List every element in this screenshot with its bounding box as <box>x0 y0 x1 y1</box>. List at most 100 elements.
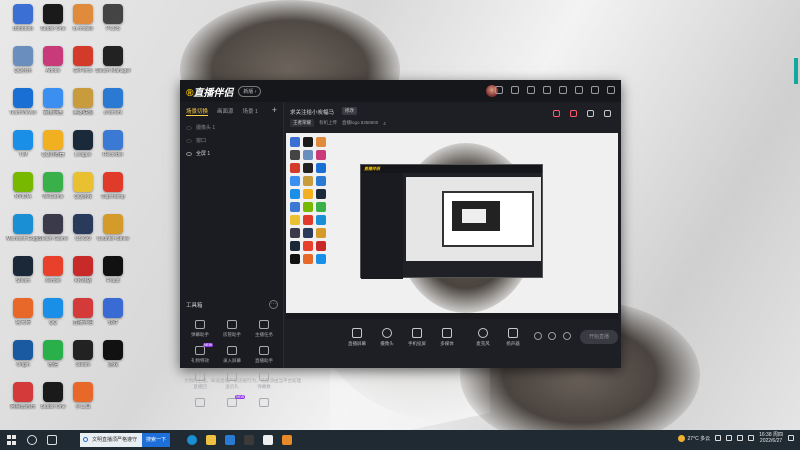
chevron-up-icon[interactable] <box>715 435 722 441</box>
version-badge[interactable]: 新版 › <box>238 85 262 97</box>
gift-box-icon[interactable] <box>553 110 560 117</box>
tool-item[interactable]: NEW <box>216 395 248 410</box>
store-icon[interactable] <box>225 435 235 445</box>
eye-icon[interactable] <box>186 138 192 143</box>
desktop-icon[interactable]: PCDS <box>94 4 132 32</box>
app-icon <box>73 46 93 66</box>
desktop-icon[interactable]: Steam Manager <box>94 46 132 74</box>
minimize-icon[interactable] <box>591 86 599 94</box>
screen-capture-button[interactable]: 直播屏幕 <box>342 328 372 347</box>
app-icon <box>103 340 123 360</box>
desktop-icon[interactable]: Clipchamp <box>94 172 132 200</box>
speaker-button[interactable]: 扬声器 <box>498 328 528 347</box>
search-icon[interactable] <box>27 435 37 445</box>
header-actions <box>553 110 611 117</box>
tool-item[interactable]: NEW 礼物特效 <box>184 343 216 364</box>
notice-text: 文明的主播，知道直播严禁违规行为，违反须由当平台处理 <box>184 378 301 383</box>
desktop-icon[interactable]: 软件 <box>94 298 132 326</box>
start-live-button[interactable]: 开始直播 <box>580 330 618 344</box>
add-scene-button[interactable]: + <box>272 105 277 115</box>
stream-preview[interactable]: 直播伴侣 <box>286 133 618 319</box>
explorer-icon[interactable] <box>206 435 216 445</box>
tool-item[interactable]: 直播助手 <box>248 346 280 364</box>
desktop-icon-label: PCDS <box>106 26 120 32</box>
preview-icon <box>303 189 313 199</box>
bell-icon[interactable] <box>587 110 594 117</box>
tool-item[interactable] <box>184 398 216 410</box>
gift-icon[interactable] <box>543 86 551 94</box>
record-icon[interactable] <box>534 332 542 340</box>
app-icon <box>103 88 123 108</box>
tool-label: 主播任务 <box>255 332 273 337</box>
headset-icon[interactable] <box>495 86 503 94</box>
desktop-icon-label: 小工具 <box>75 404 91 410</box>
phone-cast-button[interactable]: 手机投屏 <box>402 328 432 347</box>
app-icon <box>43 172 63 192</box>
notification-icon[interactable] <box>788 435 794 441</box>
control-label: 手机投屏 <box>408 341 426 346</box>
close-icon[interactable] <box>607 86 615 94</box>
tool-icon <box>259 346 269 355</box>
eye-icon[interactable] <box>186 125 192 130</box>
tool-item[interactable]: 录入屏幕 <box>216 346 248 364</box>
edge-icon[interactable] <box>187 435 197 445</box>
app-icon <box>13 340 33 360</box>
scroll-handle[interactable] <box>794 58 798 84</box>
history-icon[interactable] <box>548 332 556 340</box>
eye-icon[interactable] <box>186 151 192 156</box>
windows-start-icon[interactable] <box>7 435 17 445</box>
category-pill[interactable]: 王者荣耀 <box>290 119 314 127</box>
edit-title-button[interactable]: 修改 <box>342 107 357 115</box>
mail-icon[interactable] <box>244 435 254 445</box>
desktop-icon[interactable]: uTorrent <box>94 88 132 116</box>
tool-item[interactable]: 房管助手 <box>216 320 248 338</box>
app-icon <box>73 214 93 234</box>
desktop-icon[interactable]: Fraud <box>94 256 132 284</box>
desktop-icon[interactable]: 小工具 <box>64 382 102 410</box>
menu-icon[interactable] <box>575 86 583 94</box>
scene-item-window[interactable]: 窗口 <box>180 134 283 147</box>
preview-icon <box>316 137 326 147</box>
message-icon[interactable] <box>527 86 535 94</box>
tab-scene-1[interactable]: 场景 1 <box>243 107 259 116</box>
tab-sources[interactable]: 画面源 <box>217 107 234 116</box>
preview-icon <box>290 254 300 264</box>
app-taskbar-icon[interactable] <box>282 435 292 445</box>
ime-icon[interactable] <box>748 435 755 441</box>
desktop-icon[interactable]: Counter-Strike <box>94 214 132 242</box>
microphone-button[interactable]: 麦克风 <box>468 328 498 347</box>
tool-item[interactable]: 主播任务 <box>248 320 280 338</box>
room-title[interactable]: 求关注给小炭幅马 <box>290 108 334 116</box>
tool-icon <box>195 398 205 407</box>
app-icon <box>43 130 63 150</box>
shop-icon[interactable] <box>570 110 577 117</box>
settings-icon[interactable] <box>559 86 567 94</box>
toolbox-more-button[interactable]: ··· <box>269 300 278 309</box>
viewer-count: 4 <box>383 120 386 126</box>
weather-widget[interactable]: 27°C 多云 <box>677 434 710 442</box>
network-icon[interactable] <box>726 435 733 441</box>
tab-scene-switch[interactable]: 场景切换 <box>186 107 209 116</box>
camera-button[interactable]: 摄像头 <box>372 328 402 347</box>
title-bar[interactable]: ®直播伴侣 新版 › <box>180 80 621 102</box>
taskbar-search[interactable]: 文明直播须严格遵守 搜索一下 <box>80 433 170 447</box>
desktop-icon[interactable]: Recorder <box>94 130 132 158</box>
search-submit-button[interactable]: 搜索一下 <box>141 433 170 447</box>
control-label: 麦克风 <box>476 341 490 346</box>
shirt-icon[interactable] <box>511 86 519 94</box>
preview-icon <box>303 176 313 186</box>
scene-item-camera[interactable]: 摄像头 1 <box>180 121 283 134</box>
share-icon[interactable] <box>604 110 611 117</box>
clock[interactable]: 16:38 周四 2022/6/27 <box>759 432 783 444</box>
live-assistant-window: ®直播伴侣 新版 › 场景切换 画面源 场景 1 + 摄像头 1 窗口 全屏 1… <box>180 80 621 407</box>
gear-icon[interactable] <box>563 332 571 340</box>
preview-icon <box>316 163 326 173</box>
desktop-icon[interactable]: 游戏 <box>94 340 132 368</box>
scene-item-fullscreen[interactable]: 全屏 1 <box>180 147 283 160</box>
tool-item[interactable]: 弹幕助手 <box>184 320 216 338</box>
volume-icon[interactable] <box>737 435 744 441</box>
live-assistant-taskbar-icon[interactable] <box>263 435 273 445</box>
tool-item[interactable] <box>248 398 280 410</box>
media-button[interactable]: 多媒体 <box>432 328 462 347</box>
task-view-icon[interactable] <box>47 435 57 445</box>
